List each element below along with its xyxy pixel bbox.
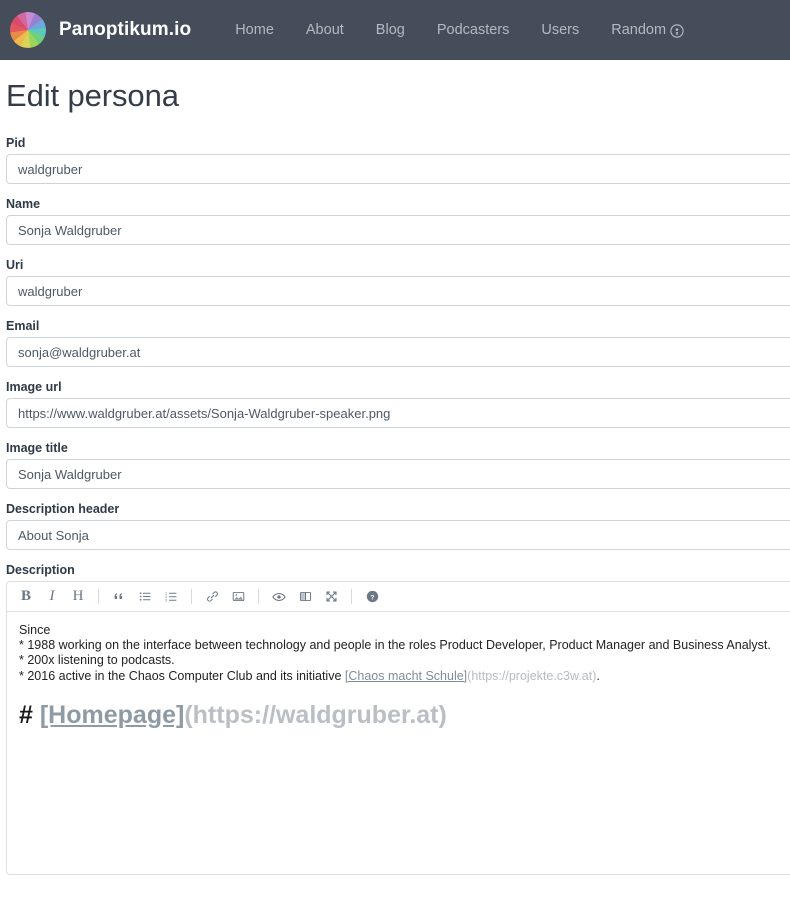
markdown-line: * 2016 active in the Chaos Computer Club… [19,669,790,684]
brand-link[interactable]: Panoptikum.io [10,12,191,48]
description-header-label: Description header [6,502,120,516]
top-navbar: Panoptikum.io Home About Blog Podcasters Use… [0,0,790,60]
markdown-editor-textarea[interactable]: Since * 1988 working on the interface bet… [7,612,790,874]
markdown-line: Since [19,623,51,637]
markdown-heading-link-url: (https://waldgruber.at) [184,700,447,729]
ordered-list-icon[interactable]: 123 [158,584,184,610]
fullscreen-icon[interactable] [318,584,344,610]
nav-link-users[interactable]: Users [525,14,595,46]
description-group: Description B I H 1 2 3? Since * 1988 working … [6,563,790,875]
nav-link-random[interactable]: Random [595,14,700,46]
color-wheel-logo-icon [10,12,46,48]
svg-text:?: ? [370,594,374,601]
heading-icon[interactable]: H [65,584,91,610]
nav-link-about[interactable]: About [290,14,360,46]
email-group: Email [6,319,790,367]
uri-input[interactable] [6,276,790,306]
nav-link-label: Home [235,22,274,38]
pid-group: Pid [6,136,790,184]
markdown-link-label[interactable]: [Chaos macht Schule] [345,669,467,683]
uri-label: Uri [6,258,24,272]
description-header-input[interactable] [6,520,790,550]
image-title-input[interactable] [6,459,790,489]
toolbar-separator [258,589,259,604]
nav-link-label: Random [611,22,667,38]
image-url-group: Image url [6,380,790,428]
markdown-text-suffix: . [596,668,600,683]
link-icon[interactable] [199,584,225,610]
persona-form-fields: Pid Name Uri Email Image url Image title Descr… [6,136,790,550]
toolbar-separator [351,589,352,604]
markdown-text: * 2016 active in the Chaos Computer Club… [19,668,345,683]
markdown-hash: # [19,700,40,729]
brand-title: Panoptikum.io [59,19,192,40]
nav-link-label: Podcasters [436,22,510,38]
page-title: Edit persona [6,78,179,113]
navbar-links: Home About Blog Podcasters Users Random [219,14,700,46]
markdown-line: * 200x listening to podcasts. [19,653,175,668]
markdown-link-url: (https://projekte.c3w.at) [467,668,597,683]
page-container: Edit persona Pid Name Uri Email Image url Ima… [0,60,790,875]
nav-link-podcasters[interactable]: Podcasters [421,14,526,46]
preview-eye-icon[interactable] [266,584,292,610]
markdown-editor-toolbar: B I H 1 2 3? [7,582,790,612]
pid-input[interactable] [6,154,790,184]
image-icon[interactable] [225,584,251,610]
email-input[interactable] [6,337,790,367]
toolbar-separator [191,589,192,604]
svg-text:3: 3 [165,598,167,602]
uri-group: Uri [6,258,790,306]
toolbar-separator [98,589,99,604]
markdown-editor: B I H 1 2 3? Since * 1988 working on the inter… [6,581,790,875]
image-title-label: Image title [6,441,68,455]
image-url-input[interactable] [6,398,790,428]
nav-link-label: Blog [375,22,405,38]
image-url-label: Image url [6,380,62,394]
markdown-heading-line: # [Homepage](https://waldgruber.at) [19,694,790,736]
description-header-group: Description header [6,502,790,550]
side-by-side-icon[interactable] [292,584,318,610]
markdown-heading-link-label[interactable]: [Homepage] [40,701,184,729]
name-group: Name [6,197,790,245]
description-label: Description [6,563,75,577]
guide-help-icon[interactable]: ? [359,584,385,610]
nav-link-label: Users [541,22,580,38]
pid-label: Pid [6,136,26,150]
podcast-icon [670,24,684,38]
unordered-list-icon[interactable] [132,584,158,610]
italic-icon[interactable]: I [39,584,65,610]
image-title-group: Image title [6,441,790,489]
nav-link-home[interactable]: Home [219,14,290,46]
quote-icon[interactable] [106,584,132,610]
email-label: Email [6,319,40,333]
markdown-line: * 1988 working on the interface between … [19,638,771,653]
name-label: Name [6,197,41,211]
name-input[interactable] [6,215,790,245]
nav-link-label: About [305,22,344,38]
submit-row: Submit [0,888,790,910]
nav-link-blog[interactable]: Blog [360,14,421,46]
bold-icon[interactable]: B [13,584,39,610]
